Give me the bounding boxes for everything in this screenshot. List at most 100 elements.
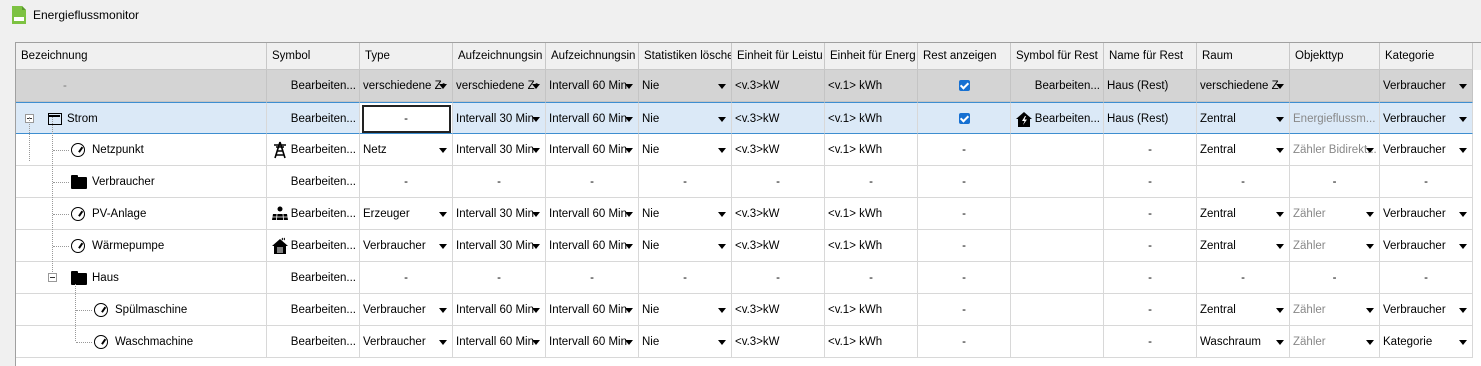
cell-int1[interactable]: - xyxy=(453,166,546,198)
cell-int1[interactable]: Intervall 30 Min xyxy=(453,134,546,166)
cell-int1[interactable]: Intervall 60 Min xyxy=(453,294,546,326)
cell-rest-anzeigen[interactable]: - xyxy=(918,134,1011,166)
cell-bezeichnung[interactable]: Spülmaschine xyxy=(16,294,267,326)
cell-einheit-leistung[interactable]: - xyxy=(732,262,825,294)
table-row-pv-anlage[interactable]: PV-Anlage Bearbeiten... Erzeuger Interva… xyxy=(16,198,1481,230)
cell-int2[interactable]: Intervall 60 Min xyxy=(546,294,639,326)
cell-statistiken[interactable]: - xyxy=(639,166,732,198)
cell-type[interactable]: Verbraucher xyxy=(360,326,453,358)
col-header-aufzeichnung-2[interactable]: Aufzeichnungsin xyxy=(546,43,639,70)
cell-einheit-energie[interactable]: <v.1> kWh xyxy=(825,102,918,134)
cell-symbol-rest[interactable] xyxy=(1011,198,1104,230)
cell-type[interactable]: - xyxy=(360,262,453,294)
cell-int2[interactable]: - xyxy=(546,166,639,198)
cell-kategorie[interactable]: - xyxy=(1380,166,1473,198)
cell-symbol[interactable]: Bearbeiten... xyxy=(267,70,360,102)
cell-type[interactable]: Netz xyxy=(360,134,453,166)
cell-name-rest[interactable]: Haus (Rest) xyxy=(1104,70,1197,102)
cell-type[interactable]: Erzeuger xyxy=(360,198,453,230)
cell-kategorie[interactable]: Verbraucher xyxy=(1380,70,1473,102)
table-row-waschmachine[interactable]: Waschmachine Bearbeiten... Verbraucher I… xyxy=(16,326,1481,358)
cell-rest-anzeigen[interactable]: - xyxy=(918,198,1011,230)
cell-objekttyp[interactable]: - xyxy=(1290,262,1380,294)
cell-symbol-rest[interactable] xyxy=(1011,326,1104,358)
cell-einheit-leistung[interactable]: <v.3>kW xyxy=(732,102,825,134)
col-header-name-rest[interactable]: Name für Rest xyxy=(1104,43,1197,70)
cell-bezeichnung[interactable]: - xyxy=(16,70,267,102)
cell-symbol[interactable]: Bearbeiten... xyxy=(267,262,360,294)
col-header-statistiken[interactable]: Statistiken lösche xyxy=(639,43,732,70)
cell-einheit-leistung[interactable]: <v.3>kW xyxy=(732,294,825,326)
cell-name-rest[interactable]: - xyxy=(1104,166,1197,198)
cell-int1[interactable]: verschiedene Z• xyxy=(453,70,546,102)
cell-kategorie[interactable]: Verbraucher xyxy=(1380,198,1473,230)
rest-checkbox[interactable] xyxy=(958,113,970,125)
cell-kategorie[interactable]: Verbraucher xyxy=(1380,134,1473,166)
cell-rest-anzeigen[interactable]: - xyxy=(918,262,1011,294)
cell-kategorie[interactable]: Kategorie xyxy=(1380,326,1473,358)
cell-int1[interactable]: Intervall 60 Min xyxy=(453,326,546,358)
cell-type[interactable]: verschiedene Z• xyxy=(360,70,453,102)
rest-checkbox[interactable] xyxy=(958,80,970,92)
cell-name-rest[interactable]: - xyxy=(1104,326,1197,358)
cell-symbol[interactable]: Bearbeiten... xyxy=(267,198,360,230)
col-header-rest-anzeigen[interactable]: Rest anzeigen xyxy=(918,43,1011,70)
cell-statistiken[interactable]: Nie xyxy=(639,102,732,134)
cell-bezeichnung[interactable]: Waschmachine xyxy=(16,326,267,358)
cell-symbol-rest[interactable]: Bearbeiten... xyxy=(1011,102,1104,134)
cell-rest-anzeigen[interactable] xyxy=(918,102,1011,134)
cell-rest-anzeigen[interactable] xyxy=(918,70,1011,102)
cell-einheit-energie[interactable]: <v.1> kWh xyxy=(825,198,918,230)
cell-raum[interactable]: - xyxy=(1197,262,1290,294)
cell-symbol[interactable]: Bearbeiten... xyxy=(267,134,360,166)
cell-int1[interactable]: - xyxy=(453,262,546,294)
cell-statistiken[interactable]: - xyxy=(639,262,732,294)
cell-name-rest[interactable]: Haus (Rest) xyxy=(1104,102,1197,134)
cell-kategorie[interactable]: Verbraucher xyxy=(1380,230,1473,262)
cell-einheit-leistung[interactable]: - xyxy=(732,166,825,198)
col-header-objekttyp[interactable]: Objekttyp xyxy=(1290,43,1380,70)
cell-raum[interactable]: verschiedene Z xyxy=(1197,70,1290,102)
col-header-symbol-rest[interactable]: Symbol für Rest xyxy=(1011,43,1104,70)
col-header-symbol[interactable]: Symbol xyxy=(267,43,360,70)
cell-kategorie[interactable]: Verbraucher xyxy=(1380,102,1473,134)
cell-statistiken[interactable]: Nie xyxy=(639,198,732,230)
cell-raum[interactable]: Zentral xyxy=(1197,134,1290,166)
cell-int2[interactable]: Intervall 60 Min xyxy=(546,134,639,166)
cell-objekttyp[interactable]: Zähler xyxy=(1290,294,1380,326)
table-row-strom[interactable]: Strom Bearbeiten... - Intervall 30 Min I… xyxy=(16,102,1481,134)
table-row-netzpunkt[interactable]: Netzpunkt Bearbeiten... Netz Intervall 3… xyxy=(16,134,1481,166)
cell-objekttyp[interactable] xyxy=(1290,70,1380,102)
cell-einheit-energie[interactable]: - xyxy=(825,262,918,294)
cell-name-rest[interactable]: - xyxy=(1104,198,1197,230)
cell-statistiken[interactable]: Nie xyxy=(639,326,732,358)
table-row-spuelmaschine[interactable]: Spülmaschine Bearbeiten... Verbraucher I… xyxy=(16,294,1481,326)
cell-einheit-leistung[interactable]: <v.3>kW xyxy=(732,198,825,230)
cell-statistiken[interactable]: Nie xyxy=(639,230,732,262)
cell-objekttyp[interactable]: Zähler Bidirekt... xyxy=(1290,134,1380,166)
cell-rest-anzeigen[interactable]: - xyxy=(918,326,1011,358)
cell-statistiken[interactable]: Nie xyxy=(639,134,732,166)
cell-statistiken[interactable]: Nie xyxy=(639,294,732,326)
cell-einheit-leistung[interactable]: <v.3>kW xyxy=(732,326,825,358)
cell-bezeichnung[interactable]: Strom xyxy=(16,102,267,134)
cell-einheit-energie[interactable]: - xyxy=(825,166,918,198)
cell-einheit-energie[interactable]: <v.1> kWh xyxy=(825,134,918,166)
cell-kategorie[interactable]: - xyxy=(1380,262,1473,294)
col-header-bezeichnung[interactable]: Bezeichnung xyxy=(16,43,267,70)
cell-symbol[interactable]: Bearbeiten... xyxy=(267,166,360,198)
cell-int2[interactable]: Intervall 60 Min xyxy=(546,70,639,102)
table-row-haus[interactable]: Haus Bearbeiten... - - - - - - - - - - - xyxy=(16,262,1481,294)
cell-bezeichnung[interactable]: Haus xyxy=(16,262,267,294)
cell-symbol-rest[interactable] xyxy=(1011,294,1104,326)
col-header-einheit-energie[interactable]: Einheit für Energ xyxy=(825,43,918,70)
cell-symbol-rest[interactable]: Bearbeiten... xyxy=(1011,70,1104,102)
cell-einheit-leistung[interactable]: <v.3>kW xyxy=(732,230,825,262)
cell-kategorie[interactable]: Verbraucher xyxy=(1380,294,1473,326)
cell-symbol-rest[interactable] xyxy=(1011,134,1104,166)
cell-name-rest[interactable]: - xyxy=(1104,294,1197,326)
cell-raum[interactable]: - xyxy=(1197,166,1290,198)
cell-raum[interactable]: Zentral xyxy=(1197,198,1290,230)
col-header-raum[interactable]: Raum xyxy=(1197,43,1290,70)
cell-einheit-energie[interactable]: <v.1> kWh xyxy=(825,294,918,326)
